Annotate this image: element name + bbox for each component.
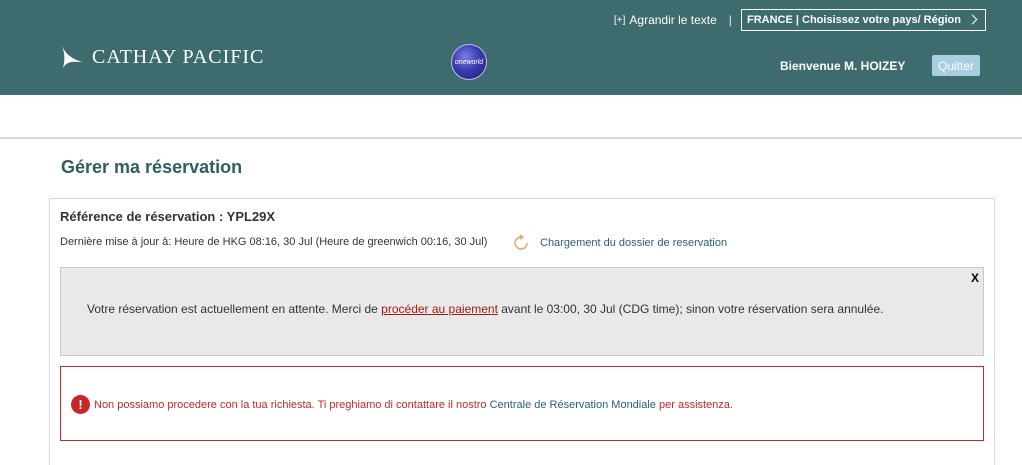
error-message-box: ! Non possiamo procedere con la tua rich… <box>60 366 984 441</box>
error-message: Non possiamo procedere con la tua richie… <box>94 399 733 411</box>
enlarge-text-label: Agrandir le texte <box>629 13 717 27</box>
notice-message: Votre réservation est actuellement en at… <box>87 302 883 316</box>
country-selector-label: FRANCE | Choisissez votre pays/ Région <box>747 14 961 26</box>
welcome-message: Bienvenue M. HOIZEY <box>780 59 906 73</box>
brushwing-icon <box>62 46 82 68</box>
reload-booking-link[interactable]: Chargement du dossier de reservation <box>512 234 727 252</box>
nav-divider <box>0 137 1022 139</box>
enlarge-text-icon: [+] <box>614 14 626 26</box>
booking-reference: Référence de réservation : YPL29X <box>60 209 276 224</box>
site-header: [+] Agrandir le texte | FRANCE | Choisis… <box>0 0 1022 95</box>
error-icon: ! <box>71 395 90 414</box>
page-title: Gérer ma réservation <box>61 157 243 177</box>
oneworld-label: oneworld <box>454 58 484 66</box>
close-notice-button[interactable]: X <box>971 271 979 285</box>
oneworld-logo: oneworld <box>451 44 487 80</box>
error-text-before: Non possiamo procedere con la tua richie… <box>94 399 490 411</box>
enlarge-text-link[interactable]: [+] Agrandir le texte | <box>614 13 732 27</box>
last-updated-text: Dernière mise à jour à: Heure de HKG 08:… <box>60 236 488 248</box>
booking-panel: Référence de réservation : YPL29X Derniè… <box>49 198 995 465</box>
reload-booking-label: Chargement du dossier de reservation <box>540 237 728 249</box>
refresh-icon <box>514 234 528 250</box>
notice-text-before: Votre réservation est actuellement en at… <box>87 302 382 316</box>
reservation-centre-link[interactable]: Centrale de Réservation Mondiale <box>490 399 656 411</box>
header-separator: | <box>728 13 732 27</box>
notice-text-after: avant le 03:00, 30 Jul (CDG time); sinon… <box>497 302 884 316</box>
logout-button[interactable]: Quitter <box>932 55 980 76</box>
cathay-pacific-logo[interactable]: CATHAY PACIFIC <box>60 44 264 70</box>
country-selector-button[interactable]: FRANCE | Choisissez votre pays/ Région <box>741 9 986 31</box>
brand-name: CATHAY PACIFIC <box>92 45 265 68</box>
error-text-after: per assistenza. <box>655 399 733 411</box>
proceed-to-payment-link[interactable]: procéder au paiement <box>381 302 498 316</box>
pending-payment-notice: X Votre réservation est actuellement en … <box>60 267 984 356</box>
chevron-right-icon <box>967 14 978 25</box>
